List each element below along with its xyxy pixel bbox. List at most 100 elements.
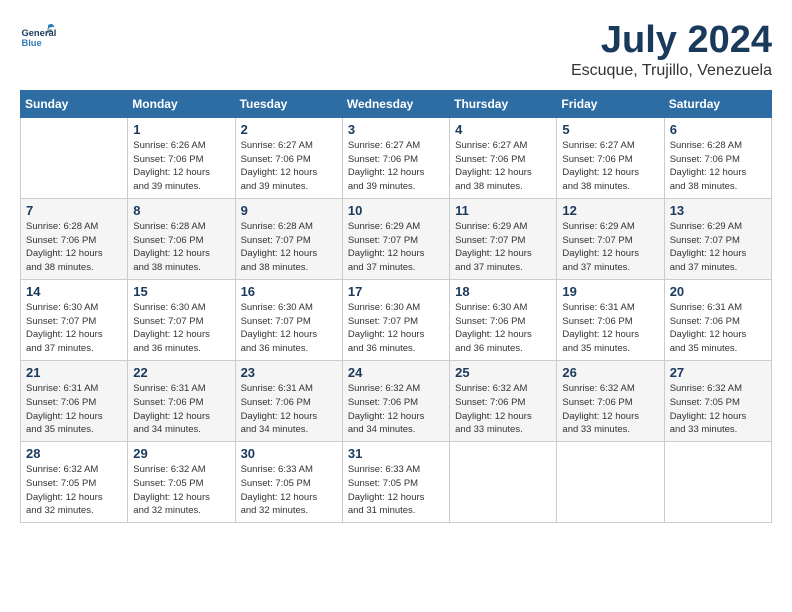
calendar-cell: 31 Sunrise: 6:33 AM Sunset: 7:05 PM Dayli… [342,442,449,523]
day-info: Sunrise: 6:31 AM Sunset: 7:06 PM Dayligh… [26,382,122,437]
day-info: Sunrise: 6:32 AM Sunset: 7:05 PM Dayligh… [26,463,122,518]
logo-icon: General Blue [20,20,56,56]
day-info: Sunrise: 6:29 AM Sunset: 7:07 PM Dayligh… [562,220,658,275]
calendar-cell: 1 Sunrise: 6:26 AM Sunset: 7:06 PM Daylig… [128,117,235,198]
day-number: 11 [455,203,551,218]
day-info: Sunrise: 6:33 AM Sunset: 7:05 PM Dayligh… [348,463,444,518]
day-info: Sunrise: 6:28 AM Sunset: 7:06 PM Dayligh… [133,220,229,275]
day-info: Sunrise: 6:29 AM Sunset: 7:07 PM Dayligh… [348,220,444,275]
day-number: 16 [241,284,337,299]
day-info: Sunrise: 6:31 AM Sunset: 7:06 PM Dayligh… [133,382,229,437]
day-number: 27 [670,365,766,380]
day-info: Sunrise: 6:30 AM Sunset: 7:07 PM Dayligh… [26,301,122,356]
calendar-table: SundayMondayTuesdayWednesdayThursdayFrid… [20,90,772,523]
day-info: Sunrise: 6:31 AM Sunset: 7:06 PM Dayligh… [241,382,337,437]
calendar-cell: 4 Sunrise: 6:27 AM Sunset: 7:06 PM Daylig… [450,117,557,198]
day-number: 13 [670,203,766,218]
day-number: 26 [562,365,658,380]
calendar-cell: 2 Sunrise: 6:27 AM Sunset: 7:06 PM Daylig… [235,117,342,198]
day-info: Sunrise: 6:28 AM Sunset: 7:06 PM Dayligh… [670,139,766,194]
day-number: 12 [562,203,658,218]
day-info: Sunrise: 6:28 AM Sunset: 7:07 PM Dayligh… [241,220,337,275]
calendar-cell: 16Sunrise: 6:30 AM Sunset: 7:07 PM Dayli… [235,279,342,360]
day-number: 14 [26,284,122,299]
day-number: 30 [241,446,337,461]
calendar-cell: 20 Sunrise: 6:31 AM Sunset: 7:06 PM Dayli… [664,279,771,360]
header-saturday: Saturday [664,90,771,117]
day-number: 21 [26,365,122,380]
day-number: 15 [133,284,229,299]
day-number: 23 [241,365,337,380]
day-info: Sunrise: 6:28 AM Sunset: 7:06 PM Dayligh… [26,220,122,275]
day-number: 20 [670,284,766,299]
month-year-title: July 2024 [571,20,772,62]
calendar-week-3: 14 Sunrise: 6:30 AM Sunset: 7:07 PM Dayli… [21,279,772,360]
calendar-cell: 27Sunrise: 6:32 AM Sunset: 7:05 PM Dayli… [664,360,771,441]
day-number: 22 [133,365,229,380]
calendar-cell [450,442,557,523]
title-block: July 2024 Escuque, Trujillo, Venezuela [571,20,772,80]
day-number: 24 [348,365,444,380]
calendar-cell: 17 Sunrise: 6:30 AM Sunset: 7:07 PM Dayli… [342,279,449,360]
header-monday: Monday [128,90,235,117]
calendar-cell: 13 Sunrise: 6:29 AM Sunset: 7:07 PM Dayli… [664,198,771,279]
calendar-week-5: 28 Sunrise: 6:32 AM Sunset: 7:05 PM Dayli… [21,442,772,523]
day-info: Sunrise: 6:31 AM Sunset: 7:06 PM Dayligh… [562,301,658,356]
day-info: Sunrise: 6:26 AM Sunset: 7:06 PM Dayligh… [133,139,229,194]
calendar-cell [557,442,664,523]
day-info: Sunrise: 6:29 AM Sunset: 7:07 PM Dayligh… [670,220,766,275]
day-number: 10 [348,203,444,218]
day-info: Sunrise: 6:27 AM Sunset: 7:06 PM Dayligh… [241,139,337,194]
calendar-cell: 14 Sunrise: 6:30 AM Sunset: 7:07 PM Dayli… [21,279,128,360]
day-number: 31 [348,446,444,461]
calendar-header-row: SundayMondayTuesdayWednesdayThursdayFrid… [21,90,772,117]
day-info: Sunrise: 6:29 AM Sunset: 7:07 PM Dayligh… [455,220,551,275]
day-number: 7 [26,203,122,218]
day-number: 4 [455,122,551,137]
calendar-cell: 25 Sunrise: 6:32 AM Sunset: 7:06 PM Dayli… [450,360,557,441]
calendar-cell: 8Sunrise: 6:28 AM Sunset: 7:06 PM Daylig… [128,198,235,279]
day-number: 17 [348,284,444,299]
calendar-cell [664,442,771,523]
calendar-cell: 22 Sunrise: 6:31 AM Sunset: 7:06 PM Dayli… [128,360,235,441]
day-info: Sunrise: 6:30 AM Sunset: 7:07 PM Dayligh… [348,301,444,356]
calendar-week-1: 1 Sunrise: 6:26 AM Sunset: 7:06 PM Daylig… [21,117,772,198]
header-tuesday: Tuesday [235,90,342,117]
day-number: 3 [348,122,444,137]
page-header: General Blue July 2024 Escuque, Trujillo… [20,20,772,80]
calendar-cell: 18Sunrise: 6:30 AM Sunset: 7:06 PM Dayli… [450,279,557,360]
day-number: 19 [562,284,658,299]
logo: General Blue [20,20,56,56]
calendar-cell: 15 Sunrise: 6:30 AM Sunset: 7:07 PM Dayli… [128,279,235,360]
calendar-week-2: 7 Sunrise: 6:28 AM Sunset: 7:06 PM Daylig… [21,198,772,279]
day-info: Sunrise: 6:27 AM Sunset: 7:06 PM Dayligh… [562,139,658,194]
calendar-cell: 19 Sunrise: 6:31 AM Sunset: 7:06 PM Dayli… [557,279,664,360]
calendar-cell: 26 Sunrise: 6:32 AM Sunset: 7:06 PM Dayli… [557,360,664,441]
header-sunday: Sunday [21,90,128,117]
day-number: 9 [241,203,337,218]
day-number: 2 [241,122,337,137]
day-info: Sunrise: 6:30 AM Sunset: 7:07 PM Dayligh… [133,301,229,356]
calendar-cell: 28 Sunrise: 6:32 AM Sunset: 7:05 PM Dayli… [21,442,128,523]
day-info: Sunrise: 6:32 AM Sunset: 7:06 PM Dayligh… [562,382,658,437]
day-info: Sunrise: 6:32 AM Sunset: 7:06 PM Dayligh… [455,382,551,437]
header-wednesday: Wednesday [342,90,449,117]
calendar-cell: 23 Sunrise: 6:31 AM Sunset: 7:06 PM Dayli… [235,360,342,441]
day-number: 28 [26,446,122,461]
day-number: 18 [455,284,551,299]
calendar-cell: 6Sunrise: 6:28 AM Sunset: 7:06 PM Daylig… [664,117,771,198]
calendar-cell: 11 Sunrise: 6:29 AM Sunset: 7:07 PM Dayli… [450,198,557,279]
header-friday: Friday [557,90,664,117]
calendar-cell [21,117,128,198]
calendar-cell: 10 Sunrise: 6:29 AM Sunset: 7:07 PM Dayli… [342,198,449,279]
day-number: 29 [133,446,229,461]
calendar-cell: 7 Sunrise: 6:28 AM Sunset: 7:06 PM Daylig… [21,198,128,279]
day-number: 1 [133,122,229,137]
calendar-cell: 29Sunrise: 6:32 AM Sunset: 7:05 PM Dayli… [128,442,235,523]
day-info: Sunrise: 6:31 AM Sunset: 7:06 PM Dayligh… [670,301,766,356]
day-number: 25 [455,365,551,380]
calendar-cell: 5Sunrise: 6:27 AM Sunset: 7:06 PM Daylig… [557,117,664,198]
svg-text:Blue: Blue [21,38,41,48]
day-info: Sunrise: 6:27 AM Sunset: 7:06 PM Dayligh… [455,139,551,194]
calendar-cell: 21 Sunrise: 6:31 AM Sunset: 7:06 PM Dayli… [21,360,128,441]
